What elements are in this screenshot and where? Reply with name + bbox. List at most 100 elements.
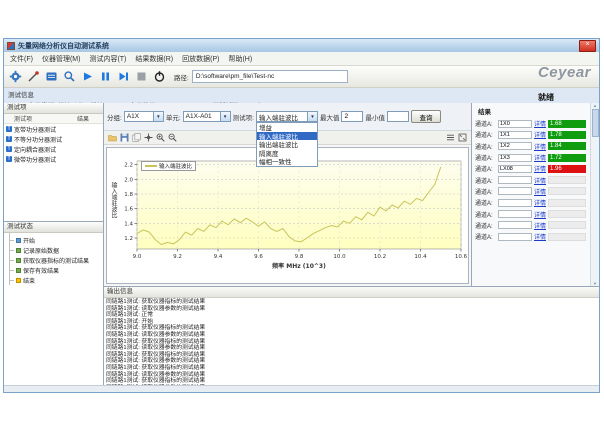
save-icon[interactable] [120, 133, 129, 142]
scroll-up-icon[interactable]: ▲ [593, 103, 597, 108]
chevron-down-icon[interactable]: ▼ [153, 112, 163, 121]
output-log-header: 输出信息 [104, 287, 599, 298]
body-area: 测试项 测试项 结果 T宽带功分器测试T不等分功分器测试T定向耦合器测试T微带功… [4, 103, 599, 386]
detail-link[interactable]: 详情 [534, 187, 546, 196]
log-line: 同链路1测试: 获取仪器指标的测试结果 [106, 299, 597, 306]
menu-item-3[interactable]: 结果数据(R) [135, 54, 173, 64]
menu-item-2[interactable]: 测试内容(T) [89, 54, 126, 64]
detail-link[interactable]: 详情 [534, 176, 546, 185]
test-flag-icon: T [6, 126, 12, 132]
result-row: 通道A:详情1.96 [472, 163, 590, 174]
test-item-row[interactable]: T定向耦合器测试 [4, 144, 103, 154]
vertical-scrollbar[interactable]: ▲ ▼ [590, 103, 599, 286]
group-label: 分组: [107, 112, 122, 122]
result-row: 通道A:详情1.78 [472, 129, 590, 140]
result-value-input[interactable] [498, 120, 532, 128]
legend-line-swatch [145, 165, 157, 167]
result-value-input[interactable] [498, 210, 532, 218]
test-select[interactable]: 输入端驻波比 ▼ [256, 111, 318, 122]
detail-link[interactable]: 详情 [534, 130, 546, 139]
result-channel-label: 通道A: [475, 119, 496, 128]
status-item-row[interactable]: 获取仪器指标的测试结果 [10, 255, 103, 265]
result-value-input[interactable] [498, 176, 532, 184]
result-status-bar [548, 187, 586, 195]
detail-link[interactable]: 详情 [534, 198, 546, 207]
copy-icon[interactable] [132, 133, 141, 142]
detail-link[interactable]: 详情 [534, 142, 546, 151]
min-value-input[interactable] [387, 111, 409, 122]
chart-toolbar-right [446, 133, 467, 142]
zoom-out-icon[interactable] [168, 133, 177, 142]
result-value-input[interactable] [498, 221, 532, 229]
config-icon[interactable] [8, 69, 23, 84]
zoom-in-icon[interactable] [156, 133, 165, 142]
status-item-row[interactable]: 记录原始数据 [10, 245, 103, 255]
chevron-down-icon[interactable]: ▼ [220, 112, 230, 121]
result-value-input[interactable] [498, 199, 532, 207]
fullscreen-icon[interactable] [458, 133, 467, 142]
open-folder-icon[interactable] [108, 133, 117, 142]
chart-legend: 输入端驻波比 [141, 161, 196, 171]
pan-icon[interactable] [144, 133, 153, 142]
result-channel-label: 通道A: [475, 232, 496, 241]
result-value-input[interactable] [498, 165, 532, 173]
step-icon[interactable] [116, 69, 131, 84]
output-log-body[interactable]: 同链路1测试: 获取仪器指标的测试结果同链路1测试: 读取仪器参数的测试结果同链… [104, 298, 599, 386]
log-line: 同链路1测试: 读取仪器参数的测试结果 [106, 358, 597, 365]
power-icon[interactable] [152, 69, 167, 84]
probe-icon[interactable] [26, 69, 41, 84]
detail-link[interactable]: 详情 [534, 232, 546, 241]
test-item-row[interactable]: T不等分功分器测试 [4, 134, 103, 144]
tree-connector [10, 270, 14, 271]
status-square-icon [16, 278, 21, 283]
app-window: 矢量网络分析仪自动测试系统 × 文件(F) 仪器管理(M) 测试内容(T) 结果数据(… [3, 38, 600, 393]
max-value-input[interactable] [341, 111, 363, 122]
result-row: 通道A:详情1.84 [472, 141, 590, 152]
status-item-row[interactable]: 保存有效结果 [10, 265, 103, 275]
stop-icon[interactable] [134, 69, 149, 84]
window-title: 矢量网络分析仪自动测试系统 [18, 41, 579, 51]
detail-link[interactable]: 详情 [534, 164, 546, 173]
menu-icon[interactable] [446, 133, 455, 142]
status-item-row[interactable]: 结束 [10, 275, 103, 285]
result-value-input[interactable] [498, 142, 532, 150]
unit-select[interactable]: A1X-A01 ▼ [183, 111, 231, 122]
tests-panel: 测试项 测试项 结果 T宽带功分器测试T不等分功分器测试T定向耦合器测试T微带功… [4, 103, 103, 222]
path-input[interactable]: D:\software\pm_file\Test-nc [192, 70, 348, 83]
chevron-down-icon[interactable]: ▼ [307, 112, 317, 121]
detail-link[interactable]: 详情 [534, 210, 546, 219]
menu-item-1[interactable]: 仪器管理(M) [42, 54, 81, 64]
test-item-row[interactable]: T微带功分器测试 [4, 154, 103, 164]
query-button[interactable]: 查询 [411, 110, 441, 123]
close-button[interactable]: × [579, 40, 596, 52]
result-status-bar [548, 176, 586, 184]
svg-text:1.4: 1.4 [124, 221, 133, 227]
group-select[interactable]: A1X ▼ [124, 111, 164, 122]
menu-item-4[interactable]: 回放数据(P) [182, 54, 219, 64]
result-value-input[interactable] [498, 154, 532, 162]
detail-link[interactable]: 详情 [534, 119, 546, 128]
unit-label: 单元: [166, 112, 181, 122]
log-line: 同链路1测试: 读取仪器参数的测试结果 [106, 306, 597, 313]
test-item-row[interactable]: T宽带功分器测试 [4, 124, 103, 134]
play-icon[interactable] [80, 69, 95, 84]
result-value-input[interactable] [498, 187, 532, 195]
status-item-row[interactable]: 开始 [10, 235, 103, 245]
pause-icon[interactable] [98, 69, 113, 84]
dropdown-option[interactable]: 幅相一致性 [257, 157, 317, 166]
status-square-icon [16, 238, 21, 243]
detail-link[interactable]: 详情 [534, 221, 546, 230]
menu-item-5[interactable]: 帮助(H) [228, 54, 252, 64]
menu-item-0[interactable]: 文件(F) [10, 54, 33, 64]
result-value-input[interactable] [498, 233, 532, 241]
detail-link[interactable]: 详情 [534, 153, 546, 162]
scrollbar-thumb[interactable] [592, 109, 599, 137]
result-row: 通道A:详情 [472, 174, 590, 185]
search-icon[interactable] [62, 69, 77, 84]
result-row: 通道A:详情 [472, 220, 590, 231]
result-value-input[interactable] [498, 131, 532, 139]
panel-icon[interactable] [44, 69, 59, 84]
test-item-label: 微带功分器测试 [14, 155, 56, 164]
tree-connector [10, 240, 14, 241]
result-status-bar [548, 233, 586, 241]
